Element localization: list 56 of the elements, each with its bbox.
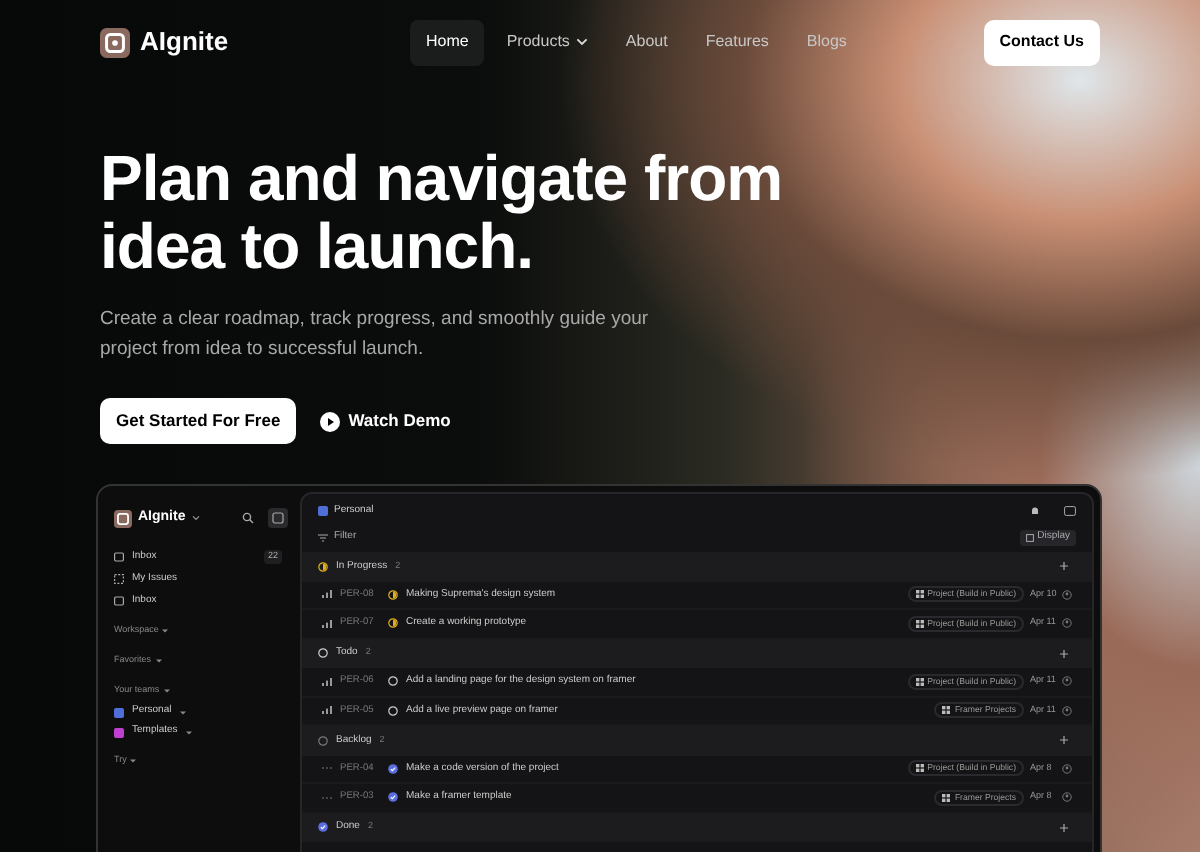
grid-icon — [915, 590, 924, 599]
half-circle-icon — [318, 561, 328, 572]
check-circle-icon — [388, 792, 398, 803]
tray-icon — [114, 596, 124, 606]
filter-icon — [318, 534, 328, 542]
nav-link[interactable]: Home — [410, 19, 485, 65]
avatar-icon — [1062, 763, 1072, 774]
nav-link[interactable]: About — [609, 19, 684, 65]
plus-icon[interactable] — [1060, 823, 1068, 832]
dashed-square-icon — [114, 574, 124, 584]
nav-link[interactable]: Features — [689, 19, 785, 65]
caret-icon — [130, 757, 137, 763]
circle-icon — [388, 705, 398, 716]
grid-icon — [915, 764, 924, 773]
circle-icon — [388, 676, 398, 687]
caret-icon — [191, 514, 200, 522]
circle-icon — [318, 648, 328, 659]
grid-icon — [915, 677, 924, 686]
avatar-icon — [1062, 792, 1072, 803]
avatar-icon — [1062, 705, 1072, 716]
avatar-icon — [1062, 589, 1072, 600]
contact-us-button[interactable]: Contact Us — [983, 19, 1100, 65]
caret-icon — [155, 657, 162, 663]
half-circle-icon — [388, 589, 398, 600]
caret-icon — [179, 709, 186, 715]
caret-icon — [163, 687, 170, 693]
watch-demo-button[interactable]: Watch Demo — [320, 398, 451, 444]
check-circle-icon — [318, 822, 328, 833]
avatar-icon — [1062, 676, 1072, 687]
check-circle-icon — [388, 763, 398, 774]
circle-icon — [318, 735, 328, 746]
grid-icon — [942, 793, 951, 802]
team-icon — [318, 506, 328, 516]
half-circle-icon — [388, 618, 398, 629]
brand-name[interactable]: AIgnite — [140, 22, 229, 62]
bell-icon[interactable] — [1030, 506, 1040, 516]
tray-icon — [114, 552, 124, 562]
caret-icon — [162, 627, 169, 633]
get-started-button[interactable]: Get Started For Free — [100, 398, 297, 444]
logo-icon — [100, 27, 130, 57]
caret-icon — [185, 729, 192, 735]
plus-icon[interactable] — [1060, 649, 1068, 658]
panel-icon[interactable] — [1064, 506, 1076, 516]
play-icon — [320, 411, 341, 431]
grid-icon — [1025, 534, 1034, 542]
hero-subtitle: Create a clear roadmap, track progress, and smoothly guide your project from idea to successful launch. — [100, 306, 651, 364]
grid-icon — [942, 706, 951, 715]
search-icon[interactable] — [242, 512, 254, 524]
avatar-icon — [1062, 618, 1072, 629]
grid-icon — [915, 619, 924, 628]
plus-icon[interactable] — [1060, 562, 1068, 571]
nav-link[interactable]: Products — [490, 19, 604, 65]
hero-heading: Plan and navigate from idea to launch. — [100, 144, 785, 280]
logo-icon — [114, 509, 132, 527]
compose-icon[interactable] — [268, 508, 288, 528]
plus-icon[interactable] — [1060, 736, 1068, 745]
